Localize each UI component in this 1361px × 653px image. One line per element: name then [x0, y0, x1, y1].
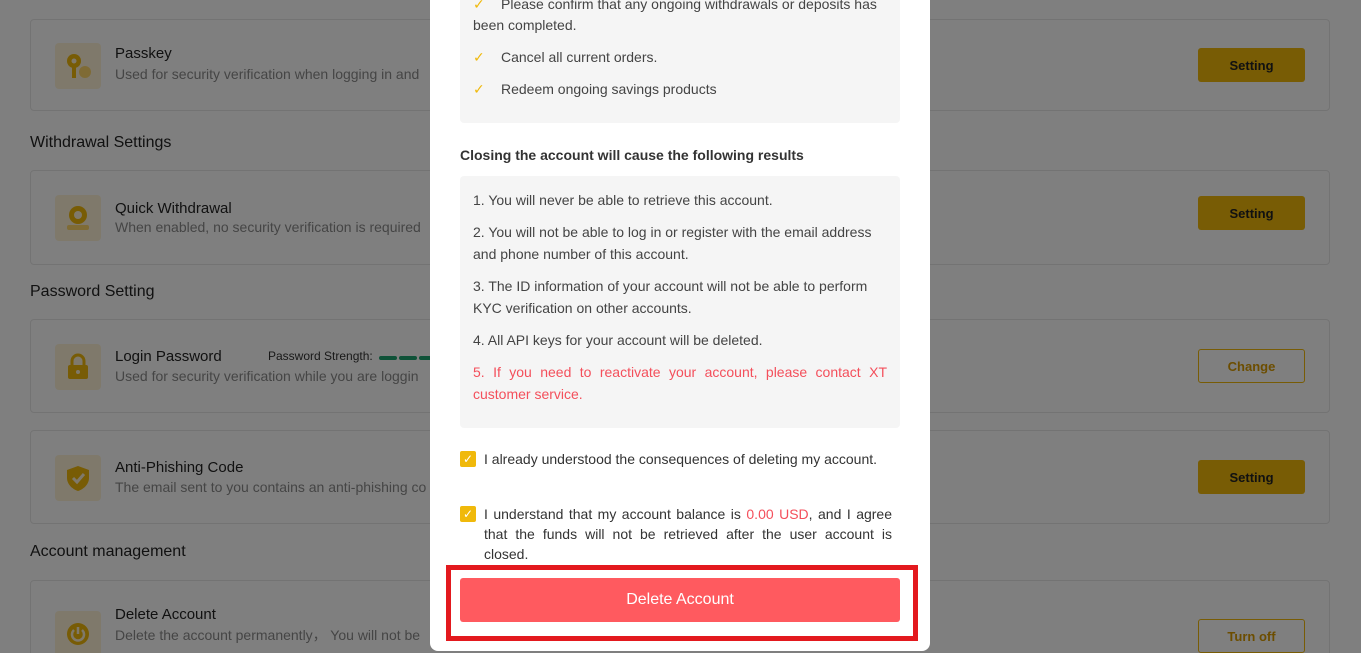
- balance-checkbox[interactable]: ✓: [460, 506, 476, 522]
- annotation-highlight-box: [446, 565, 918, 641]
- check-icon: ✓: [473, 0, 485, 12]
- check-icon: ✓: [473, 49, 485, 65]
- consequences-checkbox[interactable]: ✓: [460, 451, 476, 467]
- results-box: 1. You will never be able to retrieve th…: [460, 176, 900, 428]
- result-item: 1. You will never be able to retrieve th…: [473, 192, 773, 208]
- check-icon: ✓: [473, 81, 485, 97]
- result-item: 4. All API keys for your account will be…: [473, 332, 763, 348]
- check-item: ✓ Redeem ongoing savings products: [473, 79, 717, 100]
- result-item: 3. The ID information of your account wi…: [473, 278, 868, 316]
- check-item: ✓ Cancel all current orders.: [473, 47, 657, 68]
- consequences-label: I already understood the consequences of…: [484, 451, 878, 467]
- delete-account-modal: ✓ Please confirm that any ongoing withdra…: [430, 0, 930, 651]
- results-heading: Closing the account will cause the follo…: [460, 147, 804, 163]
- pre-check-box: ✓ Please confirm that any ongoing withdra…: [460, 0, 900, 123]
- balance-label: I understand that my account balance is …: [484, 506, 893, 562]
- agree-balance[interactable]: ✓ I understand that my account balance i…: [460, 504, 892, 564]
- result-item: 2. You will not be able to log in or reg…: [473, 224, 872, 262]
- check-item: ✓ Please confirm that any ongoing withdra…: [473, 0, 887, 36]
- agree-consequences[interactable]: ✓ I already understood the consequences …: [460, 449, 892, 469]
- reactivate-warning: 5. If you need to reactivate your accoun…: [473, 364, 887, 402]
- balance-amount: 0.00 USD: [746, 506, 809, 522]
